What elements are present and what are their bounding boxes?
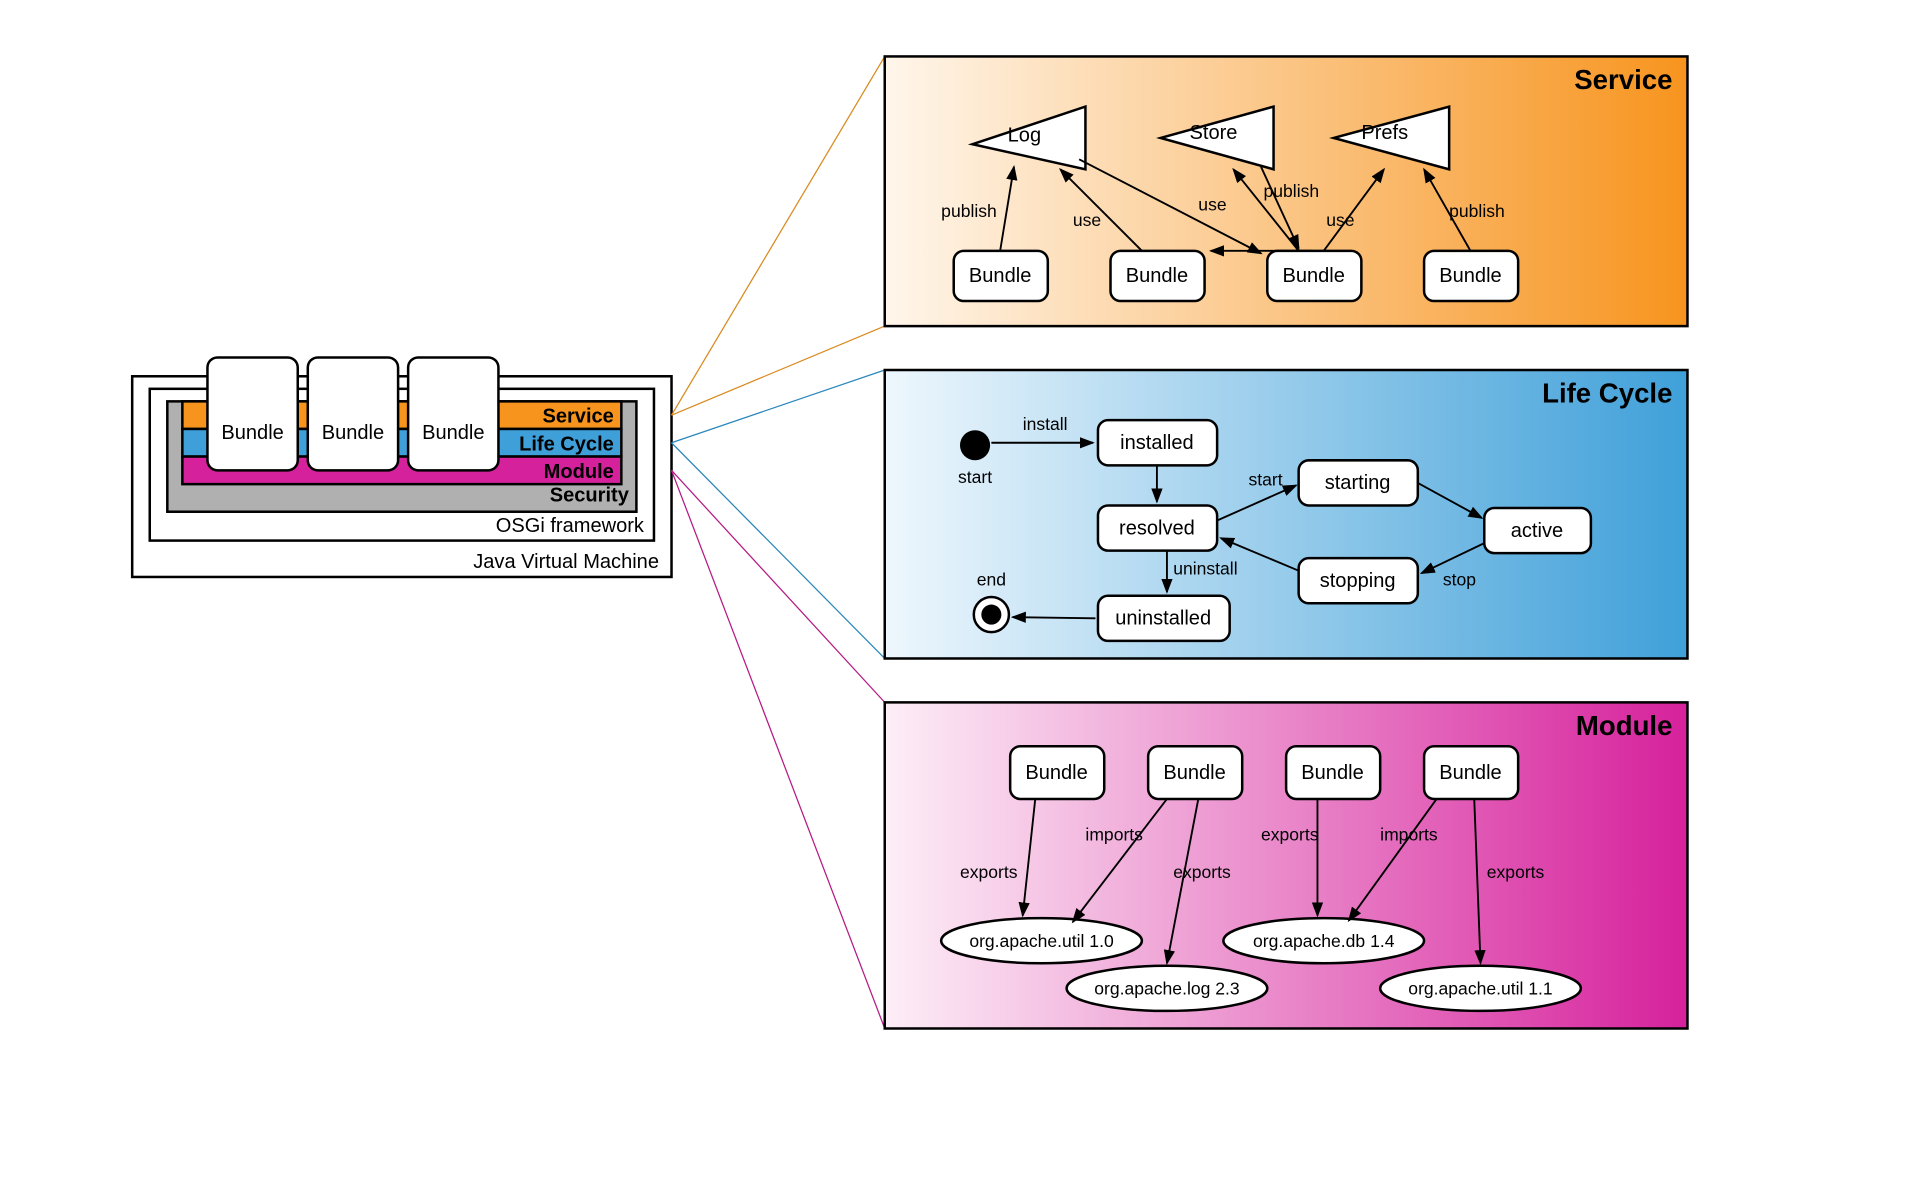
svg-text:start: start [1248,469,1282,489]
svg-text:Bundle: Bundle [322,422,384,444]
module-title: Module [1576,710,1673,741]
mod-bundle-4: Bundle [1439,762,1501,784]
svg-text:uninstall: uninstall [1173,558,1237,578]
svc-bundle-1: Bundle [969,265,1031,287]
bundle-tab-1: Bundle [207,357,297,470]
module-panel: Module Bundle Bundle Bundle Bundle org.a… [885,702,1688,1028]
svc-bundle-3: Bundle [1282,265,1344,287]
svc-bundle-4: Bundle [1439,265,1501,287]
service-panel: Service Log Store Prefs Bundle Bundle Bu… [885,56,1688,326]
svg-text:Bundle: Bundle [221,422,283,444]
svg-text:imports: imports [1085,824,1143,844]
lc-starting: starting [1325,472,1391,494]
bundle-tab-3: Bundle [408,357,498,470]
svg-text:end: end [977,570,1006,590]
mod-bundle-2: Bundle [1163,762,1225,784]
svg-text:Log: Log [1008,125,1041,147]
lifecycle-title: Life Cycle [1542,378,1672,409]
lc-start: start [958,467,992,487]
connector-service-bot [672,326,885,415]
svg-text:exports: exports [1487,862,1545,882]
service-layer-label: Service [542,406,613,428]
security-label: Security [550,485,630,507]
service-title: Service [1574,64,1672,95]
mod-pkg-1: org.apache.util 1.0 [969,931,1114,951]
svg-text:exports: exports [1173,862,1231,882]
mod-pkg-4: org.apache.util 1.1 [1408,979,1552,999]
layer-stack: Java Virtual Machine OSGi framework Secu… [132,357,671,576]
connector-life-bot [672,443,885,659]
jvm-label: Java Virtual Machine [473,551,659,573]
bundle-tab-2: Bundle [308,357,398,470]
svg-text:exports: exports [1261,824,1319,844]
connector-life-top [672,370,885,443]
svg-text:publish: publish [1264,181,1320,201]
lc-stopping: stopping [1320,570,1396,592]
svg-text:exports: exports [960,862,1018,882]
svg-text:publish: publish [1449,201,1505,221]
svg-text:use: use [1326,210,1354,230]
lc-uninstalled: uninstalled [1115,608,1211,630]
svg-text:stop: stop [1443,570,1476,590]
osgi-diagram: Java Virtual Machine OSGi framework Secu… [0,0,1920,1179]
osgi-label: OSGi framework [496,515,645,537]
lc-installed: installed [1120,432,1194,454]
svg-text:Store: Store [1190,122,1238,144]
lc-active: active [1511,520,1563,542]
svg-text:use: use [1198,195,1226,215]
lifecycle-panel: Life Cycle start end installed resolved … [885,370,1688,658]
svg-text:Prefs: Prefs [1361,122,1408,144]
lifecycle-layer-label: Life Cycle [519,433,614,455]
connector-mod-top [672,470,885,702]
connector-mod-bot [672,470,885,1028]
mod-bundle-1: Bundle [1025,762,1087,784]
lc-resolved: resolved [1119,517,1195,539]
svc-bundle-2: Bundle [1126,265,1188,287]
mod-bundle-3: Bundle [1301,762,1363,784]
mod-pkg-3: org.apache.db 1.4 [1253,931,1395,951]
svg-text:install: install [1023,414,1068,434]
svg-text:use: use [1073,210,1101,230]
module-layer-label: Module [544,461,614,483]
svg-text:imports: imports [1380,824,1438,844]
connector-service-top [672,56,885,415]
svg-text:Bundle: Bundle [422,422,484,444]
svg-text:publish: publish [941,201,997,221]
lc-end: end [974,570,1009,632]
mod-pkg-2: org.apache.log 2.3 [1094,979,1239,999]
